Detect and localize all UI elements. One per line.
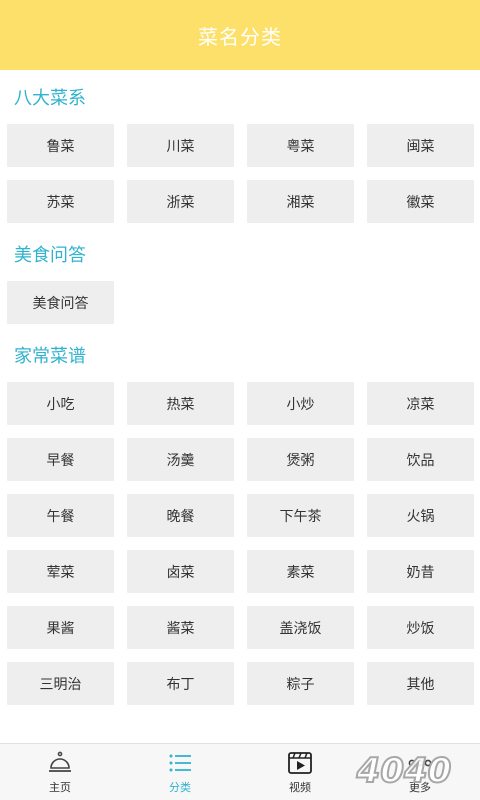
- bottom-tab-bar: 主页 分类 视频 更多: [0, 743, 480, 800]
- page-title: 菜名分类: [198, 24, 282, 49]
- category-item[interactable]: 小炒: [247, 382, 354, 425]
- category-item[interactable]: 鲁菜: [7, 124, 114, 167]
- qa-grid: 美食问答: [0, 281, 480, 324]
- category-item[interactable]: 荤菜: [7, 550, 114, 593]
- tab-more[interactable]: 更多: [360, 744, 480, 800]
- section-title-cuisines: 八大菜系: [14, 88, 86, 109]
- tab-label: 视频: [289, 781, 311, 794]
- tab-label: 主页: [49, 781, 71, 794]
- tab-home[interactable]: 主页: [0, 744, 120, 800]
- category-item[interactable]: 卤菜: [127, 550, 234, 593]
- category-item[interactable]: 早餐: [7, 438, 114, 481]
- category-item[interactable]: 晚餐: [127, 494, 234, 537]
- category-item[interactable]: 奶昔: [367, 550, 474, 593]
- category-item[interactable]: 凉菜: [367, 382, 474, 425]
- category-item[interactable]: 小吃: [7, 382, 114, 425]
- category-item[interactable]: 饮品: [367, 438, 474, 481]
- category-item[interactable]: 粤菜: [247, 124, 354, 167]
- category-item[interactable]: 美食问答: [7, 281, 114, 324]
- tab-video[interactable]: 视频: [240, 744, 360, 800]
- category-item[interactable]: 浙菜: [127, 180, 234, 223]
- category-item[interactable]: 粽子: [247, 662, 354, 705]
- home-recipes-grid: 小吃 热菜 小炒 凉菜 早餐 汤羹 煲粥 饮品 午餐 晚餐 下午茶 火锅 荤菜 …: [0, 382, 480, 705]
- category-item[interactable]: 苏菜: [7, 180, 114, 223]
- category-content[interactable]: 八大菜系 鲁菜 川菜 粤菜 闽菜 苏菜 浙菜 湘菜 徽菜 美食问答 美食问答 家…: [0, 70, 480, 743]
- category-item[interactable]: 川菜: [127, 124, 234, 167]
- category-item[interactable]: 果酱: [7, 606, 114, 649]
- cuisine-grid: 鲁菜 川菜 粤菜 闽菜 苏菜 浙菜 湘菜 徽菜: [0, 124, 480, 223]
- category-item[interactable]: 布丁: [127, 662, 234, 705]
- tab-category[interactable]: 分类: [120, 744, 240, 800]
- category-item[interactable]: 汤羹: [127, 438, 234, 481]
- list-icon: [166, 749, 194, 777]
- more-icon: [406, 749, 434, 777]
- section-title-qa: 美食问答: [14, 245, 86, 266]
- category-item[interactable]: 午餐: [7, 494, 114, 537]
- category-item[interactable]: 下午茶: [247, 494, 354, 537]
- section-title-home-recipes: 家常菜谱: [14, 346, 86, 367]
- category-item[interactable]: 炒饭: [367, 606, 474, 649]
- category-item[interactable]: 火锅: [367, 494, 474, 537]
- category-item[interactable]: 盖浇饭: [247, 606, 354, 649]
- category-item[interactable]: 其他: [367, 662, 474, 705]
- category-item[interactable]: 素菜: [247, 550, 354, 593]
- category-item[interactable]: 三明治: [7, 662, 114, 705]
- video-icon: [286, 749, 314, 777]
- tab-label: 更多: [409, 781, 431, 794]
- category-item[interactable]: 湘菜: [247, 180, 354, 223]
- cloche-icon: [46, 749, 74, 777]
- header-bar: 菜名分类: [0, 0, 480, 70]
- tab-label: 分类: [169, 781, 191, 794]
- category-item[interactable]: 酱菜: [127, 606, 234, 649]
- category-item[interactable]: 闽菜: [367, 124, 474, 167]
- category-item[interactable]: 煲粥: [247, 438, 354, 481]
- category-item[interactable]: 徽菜: [367, 180, 474, 223]
- category-item[interactable]: 热菜: [127, 382, 234, 425]
